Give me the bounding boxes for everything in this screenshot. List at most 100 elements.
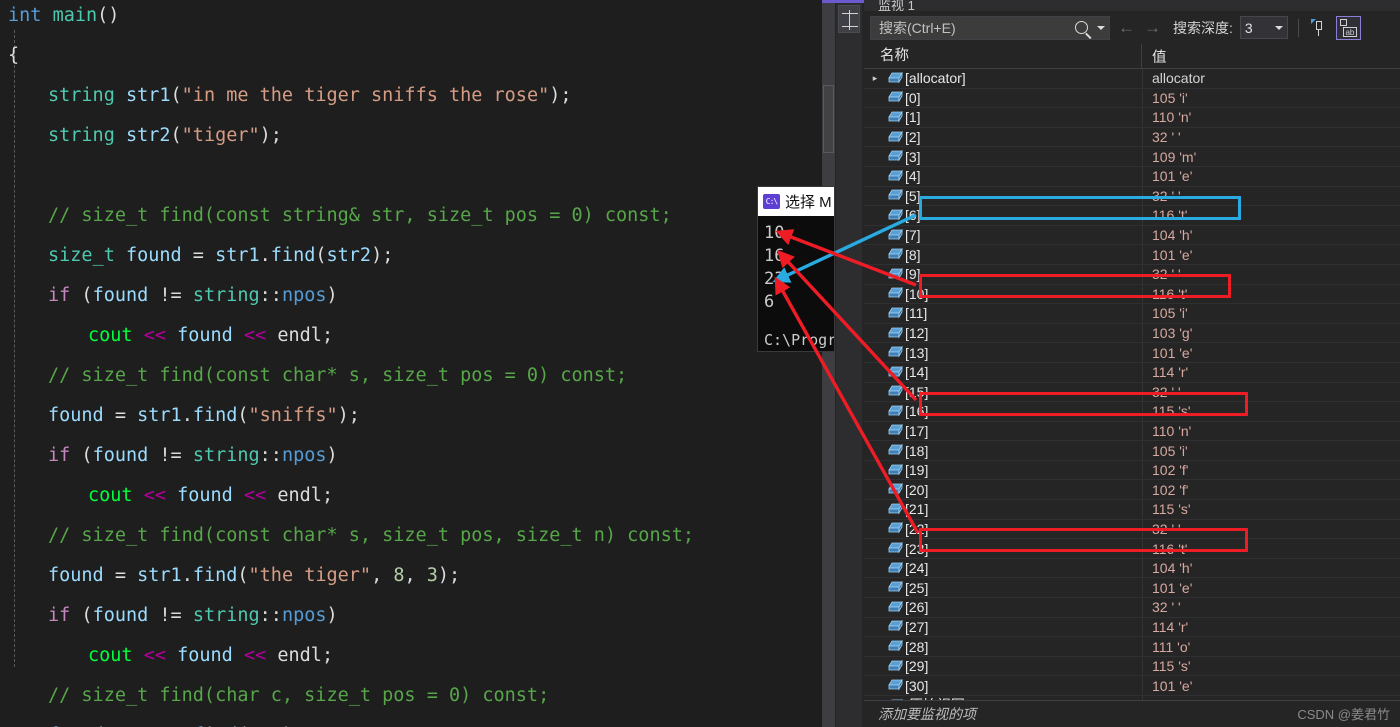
watch-row[interactable]: [17] 110 'n' [864, 421, 1400, 442]
watch-row[interactable]: [13] 101 'e' [864, 343, 1400, 363]
code-token: . [181, 405, 193, 426]
split-view-button[interactable] [838, 5, 860, 33]
watch-row[interactable]: [2] 32 ' ' [864, 127, 1400, 148]
watch-row-value: 114 'r' [1152, 618, 1189, 635]
code-line: size_t found = str1.find(str2); [0, 236, 822, 276]
code-token: ; [321, 645, 334, 666]
scrollbar-rail[interactable] [836, 0, 862, 727]
variable-cube-icon [886, 267, 905, 281]
watch-row-name: [29] [905, 658, 929, 675]
code-line: if (found != string::npos) [0, 596, 822, 636]
nav-forward-button[interactable]: → [1143, 19, 1162, 36]
variable-cube-icon [886, 502, 905, 516]
console-window[interactable]: C:\ 选择 M 10 16 23 6 C:\Progra 按任意键 [757, 186, 835, 352]
watch-row[interactable]: [10] 116 't' [864, 284, 1400, 305]
watch-row-value: 116 't' [1152, 285, 1188, 302]
hex-display-toggle-icon[interactable]: ab [1335, 15, 1361, 40]
column-divider [1142, 480, 1143, 500]
watch-row[interactable]: [26] 32 ' ' [864, 598, 1400, 618]
watch-row[interactable]: [8] 101 'e' [864, 245, 1400, 265]
variable-cube-icon [886, 542, 905, 555]
column-divider [1142, 264, 1143, 284]
watch-row[interactable]: [3] 109 'm' [864, 147, 1400, 167]
editor-vertical-scrollbar[interactable] [822, 0, 835, 727]
code-line: string str2("tiger"); [0, 116, 822, 156]
console-title-bar[interactable]: C:\ 选择 M [758, 187, 834, 216]
pin-icon[interactable] [1309, 18, 1329, 38]
watch-row-name: [27] [905, 618, 929, 635]
code-line: // size_t find(const string& str, size_t… [0, 196, 822, 236]
watch-row[interactable]: [24] 104 'h' [864, 558, 1400, 579]
watch-row-name: [0] [905, 89, 921, 106]
watch-row-value: 32 ' ' [1152, 599, 1181, 616]
code-token: cout [88, 325, 133, 346]
watch-row[interactable]: [9] 32 ' ' [864, 264, 1400, 285]
watch-row-list[interactable]: ▸ [allocator] allocator [0] 105 'i' [1] 110 'n… [864, 69, 1400, 716]
variable-cube-icon [886, 640, 905, 653]
search-depth-label: 搜索深度: [1173, 19, 1233, 36]
watch-row-name: [28] [905, 638, 929, 655]
watch-row[interactable]: [28] 111 'o' [864, 637, 1400, 657]
watch-row[interactable]: [30] 101 'e' [864, 676, 1400, 696]
expander-icon[interactable]: ▸ [864, 73, 886, 84]
watch-row[interactable]: [15] 32 ' ' [864, 382, 1400, 403]
column-header-name[interactable]: 名称 [864, 43, 1142, 69]
chevron-down-icon[interactable] [1274, 25, 1283, 30]
code-token: = [181, 245, 216, 266]
watch-row[interactable]: [1] 110 'n' [864, 108, 1400, 128]
watch-row[interactable]: [19] 102 'f' [864, 460, 1400, 481]
watch-row[interactable]: [0] 105 'i' [864, 88, 1400, 109]
watch-row-value: 110 'n' [1152, 109, 1192, 126]
nav-back-button[interactable]: ← [1117, 19, 1136, 36]
variable-cube-icon [886, 581, 905, 594]
variable-cube-icon [886, 208, 905, 222]
watch-row[interactable]: [12] 103 'g' [864, 323, 1400, 344]
watch-row-name: [13] [905, 344, 929, 361]
watch-row[interactable]: ▸ [allocator] allocator [864, 69, 1400, 89]
code-token: ( [170, 85, 182, 106]
watch-row[interactable]: [23] 116 't' [864, 539, 1400, 559]
watch-row[interactable]: [18] 105 'i' [864, 441, 1400, 461]
watch-row[interactable]: [4] 101 'e' [864, 166, 1400, 187]
watch-row-value: 102 'f' [1152, 462, 1189, 479]
watch-row[interactable]: [25] 101 'e' [864, 578, 1400, 599]
watch-tab-title[interactable]: 监视 1 [878, 0, 915, 11]
watch-tabstrip[interactable]: 监视 1 [864, 0, 1400, 11]
search-input[interactable]: 搜索(Ctrl+E) [870, 15, 1110, 40]
column-header-value[interactable]: 值 [1142, 46, 1400, 67]
watch-row[interactable]: [6] 116 't' [864, 206, 1400, 226]
code-token: << [143, 485, 166, 506]
watch-row-name: [10] [905, 285, 929, 302]
watch-row[interactable]: [22] 32 ' ' [864, 519, 1400, 540]
search-icon[interactable] [1075, 21, 1088, 34]
watch-row[interactable]: [5] 32 ' ' [864, 186, 1400, 207]
code-text[interactable]: int main(){string str1("in me the tiger … [0, 0, 822, 727]
code-token: "tiger" [181, 125, 260, 146]
watch-row[interactable]: [14] 114 'r' [864, 362, 1400, 383]
watch-row[interactable]: [27] 114 'r' [864, 617, 1400, 638]
code-token: npos [281, 445, 327, 466]
watch-row[interactable]: [11] 105 'i' [864, 304, 1400, 324]
scrollbar-thumb[interactable] [823, 85, 834, 153]
code-line: if (found != string::npos) [0, 276, 822, 316]
column-divider [1142, 421, 1143, 441]
code-token: != [148, 445, 193, 466]
console-output-line: 6 [764, 292, 775, 312]
watch-row[interactable]: [16] 115 's' [864, 402, 1400, 422]
watch-row[interactable]: [7] 104 'h' [864, 225, 1400, 246]
search-depth-select[interactable]: 3 [1239, 16, 1288, 39]
variable-cube-icon [886, 659, 905, 673]
code-editor[interactable]: int main(){string str1("in me the tiger … [0, 0, 835, 727]
variable-cube-icon [886, 71, 905, 85]
chevron-down-icon[interactable] [1097, 25, 1105, 30]
watch-row[interactable]: [29] 115 's' [864, 656, 1400, 677]
watch-row[interactable]: [20] 102 'f' [864, 480, 1400, 501]
code-token: if [48, 605, 71, 626]
code-token: str1 [125, 85, 171, 106]
code-token: "sniffs" [248, 405, 338, 426]
watch-row[interactable]: [21] 115 's' [864, 500, 1400, 520]
variable-cube-icon [886, 404, 905, 418]
code-token: << [143, 645, 166, 666]
